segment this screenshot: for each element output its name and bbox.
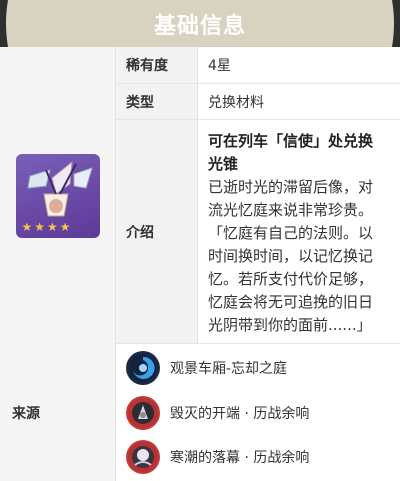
intro-text-line: 「忆庭有自己的法则。以 xyxy=(208,224,374,242)
source-item-forgotten-hall[interactable]: 观景车厢-忘却之庭 xyxy=(116,346,400,390)
corner-ornament-icon xyxy=(0,0,8,47)
memory-swirl-icon xyxy=(126,351,160,385)
rarity-label: 稀有度 xyxy=(116,47,198,84)
source-label: 来源 xyxy=(0,344,116,481)
type-label: 类型 xyxy=(116,84,198,120)
item-image-cell: ★ ★ ★ ★ xyxy=(0,47,116,344)
section-title: 基础信息 xyxy=(153,13,246,39)
intro-text-line: 忆庭会将无可追挽的旧日 xyxy=(208,293,374,311)
star-icon: ★ xyxy=(47,219,58,234)
rarity-value: 4星 xyxy=(198,47,400,84)
item-card: ★ ★ ★ ★ xyxy=(15,153,100,238)
type-value: 兑换材料 xyxy=(198,84,400,120)
intro-value: 可在列车「信使」处兑换 光锥 已逝时光的滞留后像，对 流光忆庭来说非常珍贵。 「… xyxy=(198,120,400,344)
source-item-destruction[interactable]: 毁灭的开端 · 历战余响 xyxy=(116,391,400,435)
cocolia-boss-icon xyxy=(126,440,160,474)
star-icon: ★ xyxy=(59,219,71,234)
intro-text-line: 流光忆庭来说非常珍贵。 xyxy=(208,201,374,219)
star-icon: ★ xyxy=(34,219,46,234)
intro-text-line: 已逝时光的滞留后像，对 xyxy=(208,178,374,196)
intro-text-line: 时间换时间，以记忆换记 xyxy=(208,247,374,265)
intro-text-line: 光阴带到你的面前......」 xyxy=(208,316,372,334)
intro-title-line: 可在列车「信使」处兑换 xyxy=(208,132,374,150)
intro-label: 介绍 xyxy=(116,120,198,344)
star-icon: ★ xyxy=(21,219,33,234)
source-item-label: 毁灭的开端 · 历战余响 xyxy=(170,406,310,422)
source-item-label: 观景车厢-忘却之庭 xyxy=(170,361,288,377)
corner-ornament-icon xyxy=(392,0,400,47)
destruction-boss-icon xyxy=(126,396,160,430)
source-item-cold-tide[interactable]: 寒潮的落幕 · 历战余响 xyxy=(116,435,400,479)
intro-title-line: 光锥 xyxy=(208,155,239,173)
intro-text-line: 忆。若所支付代价足够， xyxy=(208,270,374,288)
source-item-label: 寒潮的落幕 · 历战余响 xyxy=(170,450,310,466)
section-header: 基础信息 xyxy=(0,0,400,47)
rarity-stars: ★ ★ ★ ★ xyxy=(22,220,71,234)
